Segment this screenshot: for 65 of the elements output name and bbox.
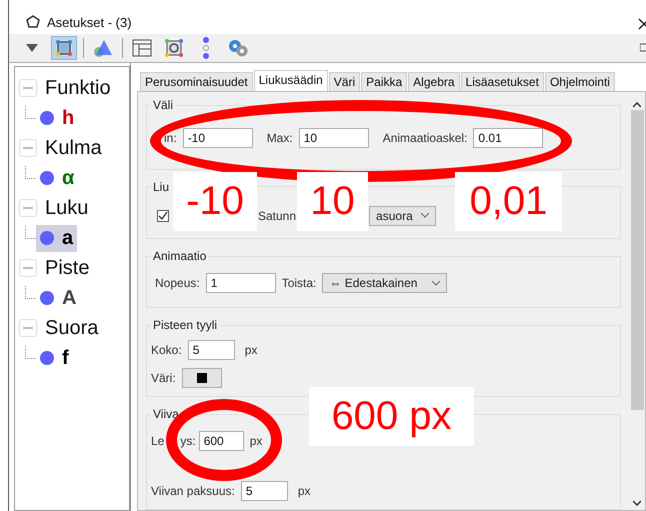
dropdown-caret-icon[interactable] [26,44,38,52]
field-label: in: [164,131,177,145]
tree-item[interactable]: α [36,164,78,192]
window-title: Asetukset - (3) [47,15,133,30]
input-field[interactable]: 5 [240,481,288,501]
annotation-label: 10 [297,172,368,231]
tree-item[interactable]: h [36,104,78,132]
group-title: Väli [152,98,174,112]
field-label: Satunn [258,208,296,223]
input-field[interactable]: -10 [182,128,253,148]
toolbar-button[interactable] [51,36,77,60]
tree-category[interactable]: Suora [45,316,98,340]
undock-icon[interactable] [640,42,646,54]
caret-icon [420,213,429,218]
tree-item[interactable]: A [36,284,80,312]
annotation-label: 600 px [309,387,474,446]
field-label: Le [151,434,164,448]
tree-category[interactable]: Kulma [45,136,102,160]
scroll-down-icon[interactable] [633,500,641,506]
dropdown[interactable]: ⇔ Edestakainen [322,273,448,293]
gear-square-icon [164,38,184,58]
field-label: Nopeus: [155,276,200,290]
tab[interactable]: Algebra [408,72,460,91]
field-label: Toista: [282,276,316,290]
input-field[interactable]: 10 [298,128,369,148]
field-label: ys: [180,434,196,448]
tab[interactable]: Liukusäädin [254,70,328,91]
graphics-view-icon [55,39,73,57]
field-label: Viivan paksuus: [151,484,235,498]
tree-item[interactable]: a [36,224,78,252]
checkbox[interactable] [157,210,169,222]
tab[interactable]: Perusominaisuudet [140,72,253,91]
polygon-icon [25,14,41,30]
vertical-dots-icon [202,37,210,59]
annotation-label: 0,01 [455,172,562,231]
unit-label: px [244,343,258,357]
tab[interactable]: Ohjelmointi [544,72,615,91]
group-title: Liu [152,180,170,194]
field-label: Väri: [151,371,176,385]
tab[interactable]: Lisäasetukset [460,72,544,91]
tree-category[interactable]: Piste [45,256,90,280]
tree-item[interactable]: f [36,344,73,372]
caret-icon [432,280,440,286]
dropdown[interactable]: asuora [369,206,436,226]
input-field[interactable]: 600 [198,431,244,451]
color-button[interactable] [182,368,222,388]
tree-category[interactable]: Luku [45,196,88,220]
tab[interactable]: Väri [328,72,360,91]
unit-label: px [298,484,311,498]
settings-icon [227,38,249,58]
input-field[interactable]: 5 [188,340,235,360]
field-label: Koko: [151,343,182,357]
tree-category[interactable]: Funktio [45,76,111,100]
field-label: Animaatioaskel: [382,131,468,145]
group-title: Pisteen tyyli [152,318,218,332]
layout-icon [132,39,152,57]
annotation-label: -10 [173,172,257,231]
tab[interactable]: Paikka [361,72,408,91]
group-title: Animaatio [152,249,208,263]
close-icon[interactable] [638,18,646,30]
input-field[interactable]: 1 [206,273,276,293]
scroll-up-icon[interactable] [633,102,641,108]
unit-label: px [250,434,262,448]
field-label: Max: [266,131,293,145]
input-field[interactable]: 0.01 [473,128,544,148]
